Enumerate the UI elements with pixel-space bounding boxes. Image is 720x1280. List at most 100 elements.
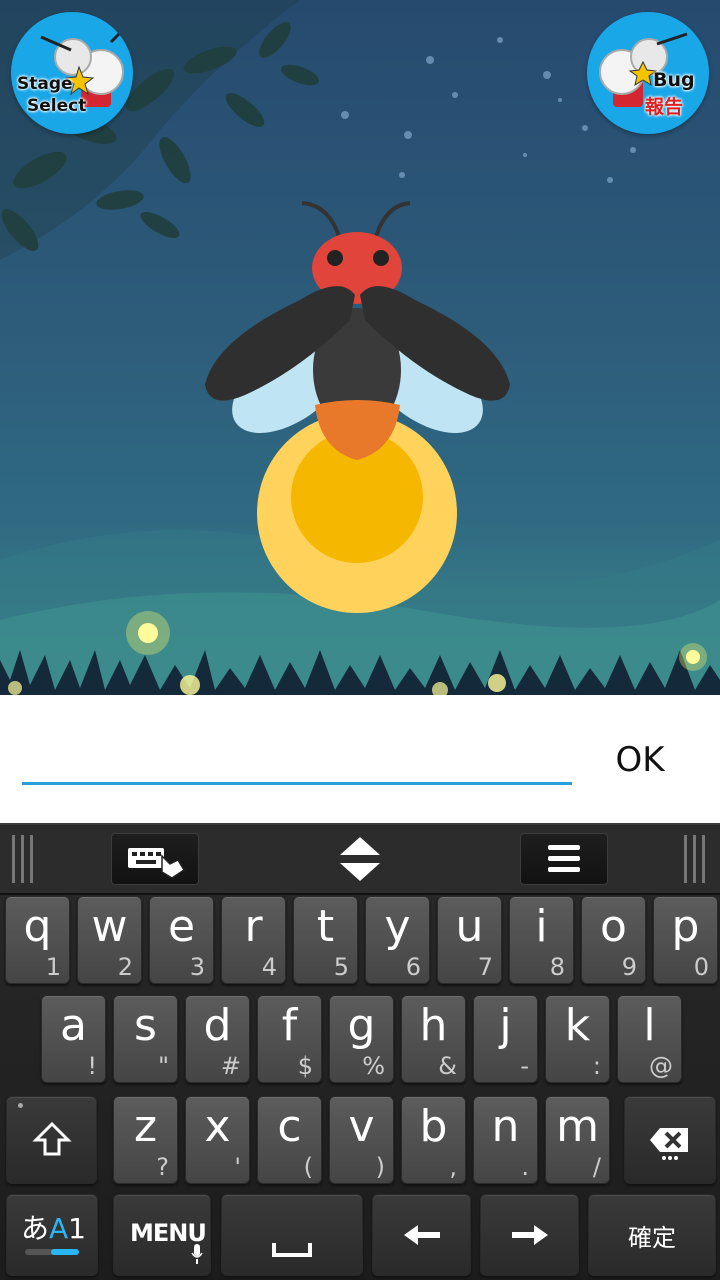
- key-s-secondary-label: ": [157, 1052, 169, 1080]
- menu-key[interactable]: MENU: [113, 1194, 211, 1276]
- microphone-icon: [191, 1244, 203, 1264]
- key-f[interactable]: f $: [257, 995, 322, 1083]
- key-w[interactable]: w2: [77, 896, 142, 984]
- key-m-secondary-label: /: [592, 1153, 601, 1181]
- keyboard-toolbar: [0, 823, 720, 895]
- key-f-label: f: [281, 1000, 298, 1051]
- key-t-secondary-label: 5: [333, 953, 349, 981]
- key-g-label: g: [347, 1000, 376, 1051]
- key-e[interactable]: e3: [149, 896, 214, 984]
- key-o-label: o: [600, 901, 627, 952]
- key-b[interactable]: b,: [401, 1096, 466, 1184]
- key-p[interactable]: p0: [653, 896, 718, 984]
- cursor-left-key[interactable]: [372, 1194, 471, 1276]
- backspace-key[interactable]: [624, 1096, 716, 1184]
- key-q[interactable]: q1: [5, 896, 70, 984]
- stage-select-label-line1: Stage: [17, 74, 73, 94]
- key-u-secondary-label: 7: [477, 953, 493, 981]
- key-r-secondary-label: 4: [261, 953, 277, 981]
- key-e-label: e: [167, 901, 196, 952]
- key-r[interactable]: r4: [221, 896, 286, 984]
- key-s[interactable]: s ": [113, 995, 178, 1083]
- key-a[interactable]: a!: [41, 995, 106, 1083]
- key-i[interactable]: i8: [509, 896, 574, 984]
- keyboard-switch-button[interactable]: [111, 833, 199, 885]
- soft-keyboard: q1w2e3r4t5y6u7i8o9p0 a! s " d # f $ g% h & j - k: l @ …: [0, 823, 720, 1280]
- bug-report-label-line1: Bug: [653, 69, 695, 91]
- key-n-secondary-label: .: [521, 1153, 529, 1181]
- cursor-right-key[interactable]: [480, 1194, 579, 1276]
- key-a-secondary-label: !: [87, 1052, 97, 1080]
- right-grip-handle[interactable]: [684, 835, 708, 883]
- space-bar-icon: [272, 1243, 312, 1257]
- key-u[interactable]: u7: [437, 896, 502, 984]
- key-e-secondary-label: 3: [189, 953, 205, 981]
- input-mode-key[interactable]: あA1: [6, 1194, 98, 1276]
- answer-input[interactable]: [22, 730, 572, 785]
- key-i-label: i: [535, 901, 548, 952]
- mode-label-number: 1: [68, 1212, 86, 1245]
- key-p-secondary-label: 0: [693, 953, 709, 981]
- confirm-key[interactable]: 確定: [588, 1194, 716, 1276]
- key-n[interactable]: n.: [473, 1096, 538, 1184]
- key-y[interactable]: y6: [365, 896, 430, 984]
- key-o[interactable]: o9: [581, 896, 646, 984]
- key-k[interactable]: k:: [545, 995, 610, 1083]
- key-q-label: q: [23, 901, 52, 952]
- shift-key[interactable]: [6, 1096, 97, 1184]
- resize-keyboard-button[interactable]: [336, 835, 384, 883]
- keyboard-menu-button[interactable]: [520, 833, 608, 885]
- stage-select-button[interactable]: Stage Select: [11, 12, 133, 134]
- key-z[interactable]: z?: [113, 1096, 178, 1184]
- confirm-key-label: 確定: [628, 1223, 676, 1252]
- key-d-label: d: [203, 1000, 232, 1051]
- arrow-right-icon: [511, 1225, 548, 1245]
- key-g-secondary-label: %: [362, 1052, 385, 1080]
- key-x[interactable]: x ': [185, 1096, 250, 1184]
- key-y-secondary-label: 6: [405, 953, 421, 981]
- key-i-secondary-label: 8: [549, 953, 565, 981]
- key-h-label: h: [419, 1000, 448, 1051]
- key-l-secondary-label: @: [649, 1052, 673, 1080]
- key-j[interactable]: j-: [473, 995, 538, 1083]
- key-g[interactable]: g%: [329, 995, 394, 1083]
- space-key[interactable]: [221, 1194, 363, 1276]
- key-k-label: k: [564, 1000, 591, 1051]
- key-q-secondary-label: 1: [45, 953, 61, 981]
- key-z-label: z: [133, 1101, 158, 1152]
- key-z-secondary-label: ?: [156, 1153, 169, 1181]
- bug-report-button[interactable]: Bug 報告: [587, 12, 709, 134]
- key-o-secondary-label: 9: [621, 953, 637, 981]
- key-v[interactable]: v): [329, 1096, 394, 1184]
- key-t-label: t: [316, 901, 335, 952]
- key-x-label: x: [204, 1101, 231, 1152]
- key-h[interactable]: h &: [401, 995, 466, 1083]
- key-b-label: b: [419, 1101, 448, 1152]
- bug-report-label-line2: 報告: [645, 96, 684, 118]
- key-j-label: j: [499, 1000, 512, 1051]
- key-d[interactable]: d #: [185, 995, 250, 1083]
- key-l[interactable]: l @: [617, 995, 682, 1083]
- key-y-label: y: [384, 901, 411, 952]
- stage-select-label-line2: Select: [27, 96, 87, 116]
- key-j-secondary-label: -: [520, 1052, 529, 1080]
- key-c[interactable]: c(: [257, 1096, 322, 1184]
- key-r-label: r: [244, 901, 263, 952]
- key-k-secondary-label: :: [592, 1052, 601, 1080]
- key-f-secondary-label: $: [297, 1052, 313, 1080]
- key-t[interactable]: t5: [293, 896, 358, 984]
- ok-button[interactable]: OK: [600, 735, 680, 785]
- menu-lines-icon: [548, 845, 580, 872]
- arrow-left-icon: [403, 1225, 440, 1245]
- key-s-label: s: [134, 1000, 157, 1051]
- key-m-label: m: [556, 1101, 599, 1152]
- key-w-label: w: [91, 901, 128, 952]
- key-u-label: u: [455, 901, 484, 952]
- key-v-secondary-label: ): [375, 1153, 385, 1181]
- key-v-label: v: [348, 1101, 375, 1152]
- key-x-secondary-label: ': [234, 1153, 241, 1181]
- game-scene: Stage Select Bug 報告: [0, 0, 720, 695]
- left-grip-handle[interactable]: [12, 835, 36, 883]
- key-l-label: l: [643, 1000, 656, 1051]
- key-m[interactable]: m /: [545, 1096, 610, 1184]
